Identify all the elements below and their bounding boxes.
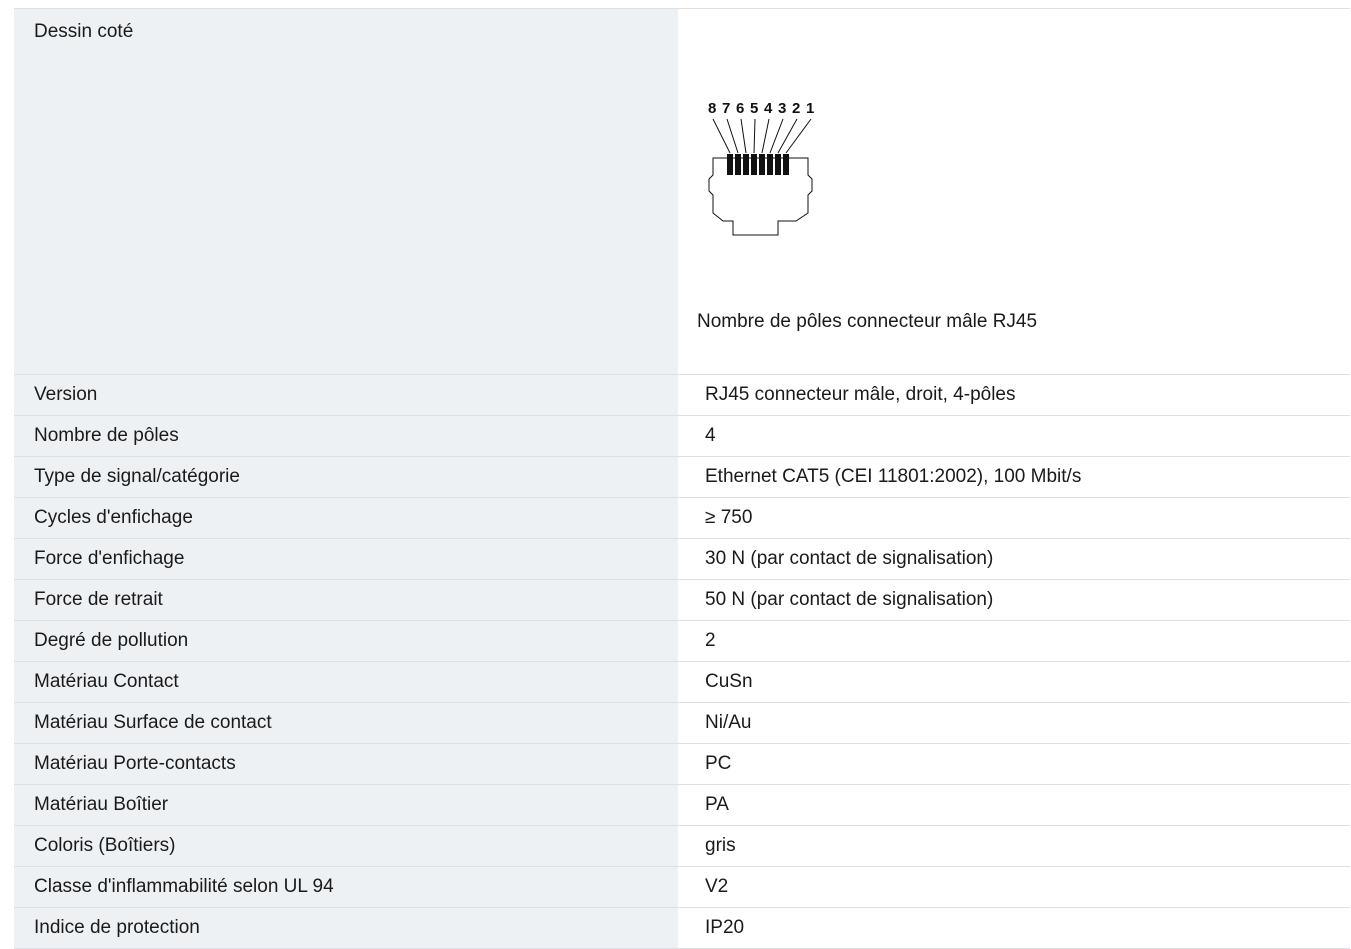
spec-value: PC <box>705 753 732 774</box>
spec-row: Version RJ45 connecteur mâle, droit, 4-p… <box>14 375 1350 416</box>
spec-label: Matériau Boîtier <box>14 785 678 825</box>
spec-row: Matériau Surface de contact Ni/Au <box>14 703 1350 744</box>
spec-label: Matériau Porte-contacts <box>14 744 678 784</box>
spec-label: Indice de protection <box>14 908 678 948</box>
spec-label: Coloris (Boîtiers) <box>14 826 678 866</box>
spec-row: Matériau Porte-contacts PC <box>14 744 1350 785</box>
spec-row: Force de retrait 50 N (par contact de si… <box>14 580 1350 621</box>
spec-value: Ethernet CAT5 (CEI 11801:2002), 100 Mbit… <box>705 466 1082 487</box>
spec-row: Coloris (Boîtiers) gris <box>14 826 1350 867</box>
spec-label: Matériau Surface de contact <box>14 703 678 743</box>
spec-value: 4 <box>705 425 716 446</box>
spec-value: 2 <box>705 630 716 651</box>
pin-number: 3 <box>778 100 786 117</box>
spec-label: Matériau Contact <box>14 662 678 702</box>
spec-value: IP20 <box>705 917 745 938</box>
spec-table: Dessin coté 8 7 6 5 4 3 2 1 Nombre de pô… <box>14 8 1350 949</box>
spec-row: Type de signal/catégorie Ethernet CAT5 (… <box>14 457 1350 498</box>
spec-value: PA <box>705 794 729 815</box>
drawing-caption: Nombre de pôles connecteur mâle RJ45 <box>697 311 1038 332</box>
spec-label: Type de signal/catégorie <box>14 457 678 497</box>
spec-label: Degré de pollution <box>14 621 678 661</box>
spec-row: Force d'enfichage 30 N (par contact de s… <box>14 539 1350 580</box>
spec-row-drawing: Dessin coté 8 7 6 5 4 3 2 1 Nombre de pô… <box>14 9 1350 375</box>
spec-label: Classe d'inflammabilité selon UL 94 <box>14 867 678 907</box>
spec-row: Nombre de pôles 4 <box>14 416 1350 457</box>
spec-row: Matériau Boîtier PA <box>14 785 1350 826</box>
spec-value: Ni/Au <box>705 712 752 733</box>
pin-number: 2 <box>792 100 800 117</box>
rj45-connector-drawing-icon: 8 7 6 5 4 3 2 1 <box>708 100 814 236</box>
pin-number: 4 <box>764 100 773 117</box>
pin-number: 7 <box>722 100 730 117</box>
pin-number: 6 <box>736 100 744 117</box>
drawing-cell: 8 7 6 5 4 3 2 1 Nombre de pôles connecte… <box>678 9 1350 374</box>
spec-row: Classe d'inflammabilité selon UL 94 V2 <box>14 867 1350 908</box>
spec-row: Cycles d'enfichage ≥ 750 <box>14 498 1350 539</box>
spec-label: Version <box>14 375 678 415</box>
spec-label: Nombre de pôles <box>14 416 678 456</box>
spec-value: ≥ 750 <box>705 507 753 528</box>
spec-value: 30 N (par contact de signalisation) <box>705 548 994 569</box>
spec-row: Matériau Contact CuSn <box>14 662 1350 703</box>
spec-value: V2 <box>705 876 729 897</box>
spec-row: Degré de pollution 2 <box>14 621 1350 662</box>
spec-value: CuSn <box>705 671 753 692</box>
pin-number: 5 <box>750 100 758 117</box>
pin-number: 8 <box>708 100 716 117</box>
spec-label: Force d'enfichage <box>14 539 678 579</box>
spec-row: Indice de protection IP20 <box>14 908 1350 949</box>
spec-value: 50 N (par contact de signalisation) <box>705 589 994 610</box>
spec-label: Dessin coté <box>14 9 678 374</box>
spec-value: RJ45 connecteur mâle, droit, 4-pôles <box>705 384 1016 405</box>
spec-label: Cycles d'enfichage <box>14 498 678 538</box>
spec-value: gris <box>705 835 736 856</box>
spec-label: Force de retrait <box>14 580 678 620</box>
pin-number: 1 <box>806 100 814 117</box>
